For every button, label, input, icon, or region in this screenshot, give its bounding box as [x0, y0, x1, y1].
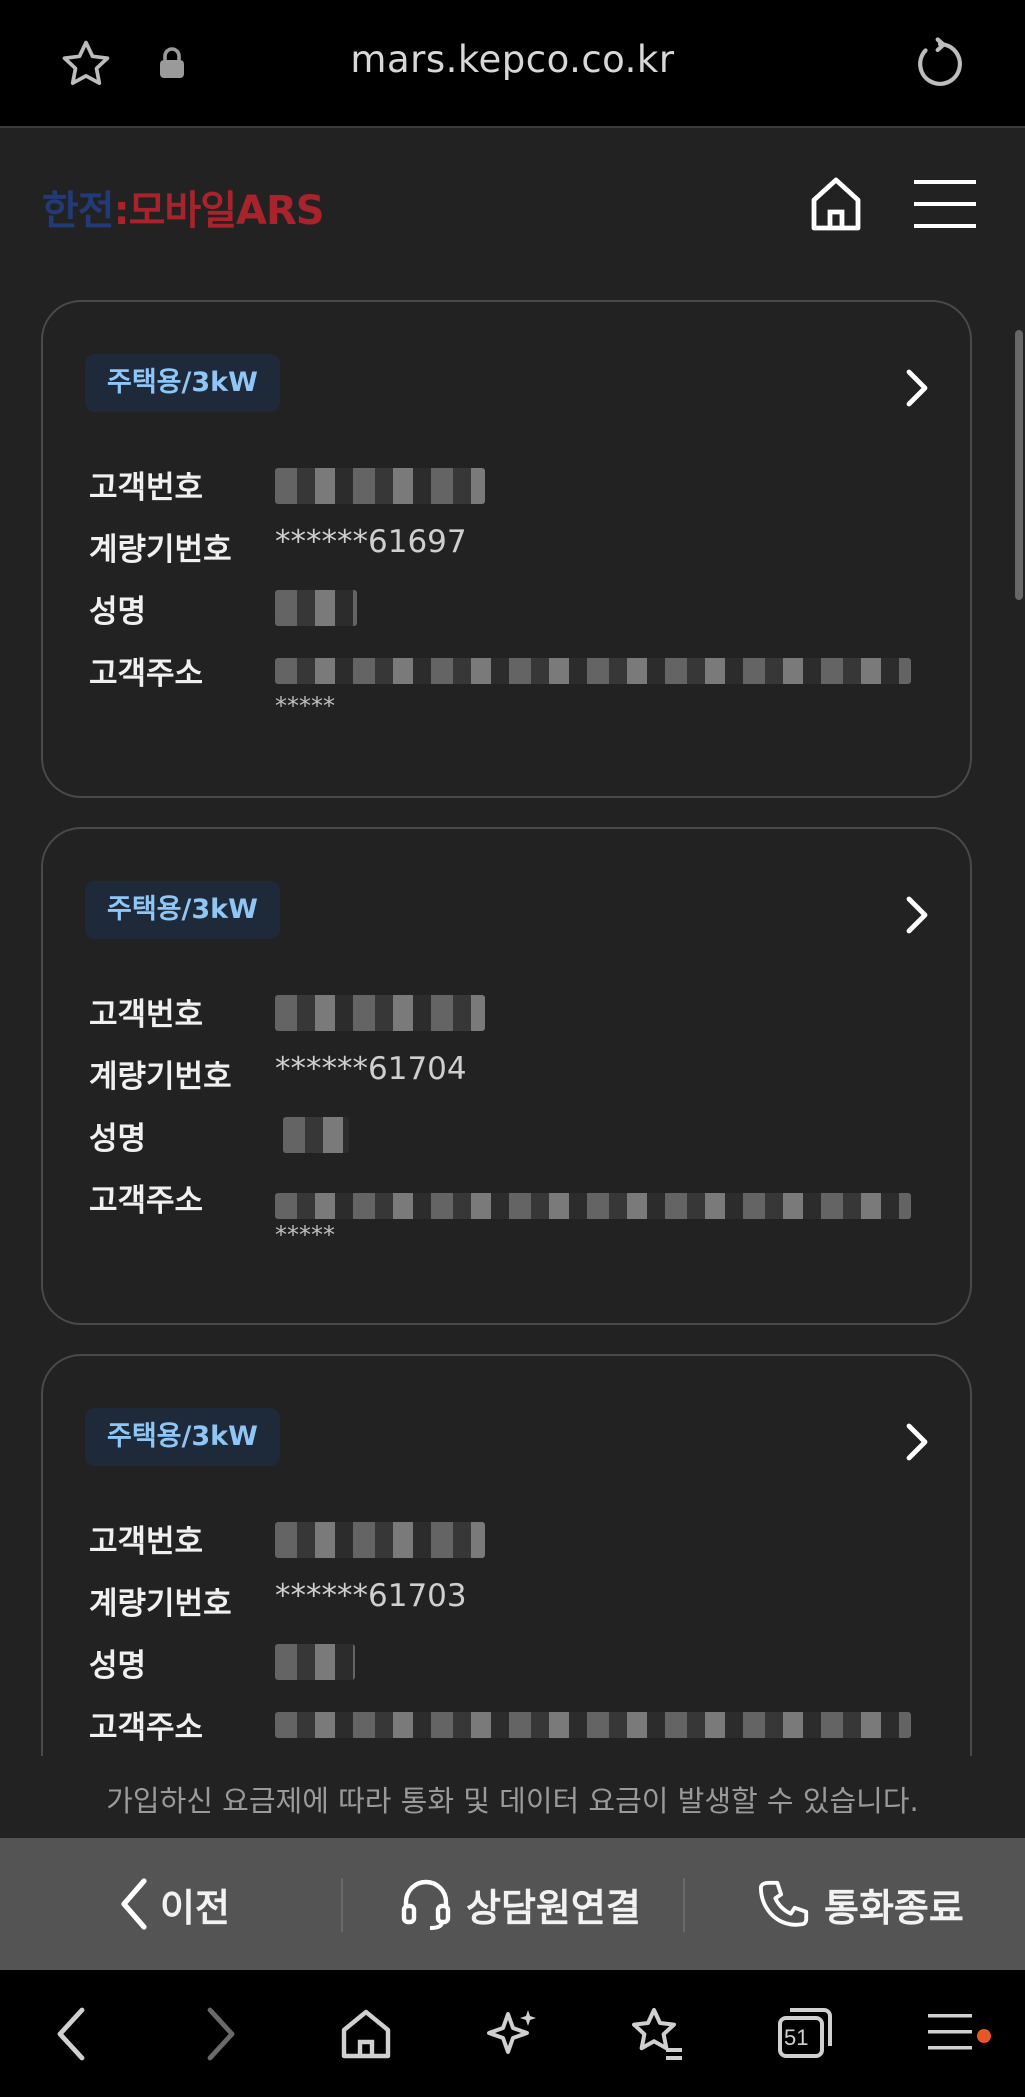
logo-part2: :모바일ARS: [113, 188, 325, 234]
browser-menu-icon[interactable]: [928, 2010, 972, 2054]
agent-connect-label: 상담원연결: [466, 1885, 641, 1930]
chevron-left-icon: [121, 1878, 147, 1930]
name-label: 성명: [89, 1121, 147, 1157]
agent-connect-button[interactable]: 상담원연결: [398, 1838, 641, 1970]
browser-nav-bar: 51: [0, 1970, 1025, 2097]
name-value-blurred: [283, 1117, 349, 1153]
charge-notice: 가입하신 요금제에 따라 통화 및 데이터 요금이 발생할 수 있습니다.: [106, 1784, 919, 1818]
customer-no-label: 고객번호: [89, 997, 204, 1033]
ars-action-bar: 이전 상담원연결 통화종료: [0, 1838, 1025, 1970]
name-value-blurred: [275, 1644, 355, 1680]
account-card[interactable]: 주택용/3kW 고객번호 계량기번호 ******61703 성명 고객주소: [41, 1354, 972, 1756]
name-label: 성명: [89, 594, 147, 630]
back-button[interactable]: 이전: [118, 1838, 230, 1970]
meter-no-label: 계량기번호: [89, 532, 232, 568]
browser-back-icon[interactable]: [56, 2006, 86, 2062]
name-label: 성명: [89, 1648, 147, 1684]
tabs-button[interactable]: 51: [776, 2004, 834, 2062]
page-scrollbar[interactable]: [1015, 330, 1023, 600]
browser-forward-icon[interactable]: [206, 2006, 236, 2062]
meter-no-label: 계량기번호: [89, 1059, 232, 1095]
name-value-blurred: [275, 590, 357, 626]
customer-no-value-blurred: [275, 995, 485, 1031]
plan-badge: 주택용/3kW: [85, 881, 280, 939]
customer-no-value-blurred: [275, 1522, 485, 1558]
browser-home-icon[interactable]: [340, 2006, 392, 2062]
plan-badge: 주택용/3kW: [85, 354, 280, 412]
phone-icon: [758, 1880, 809, 1927]
logo-part1: 한전: [42, 188, 115, 234]
plan-badge: 주택용/3kW: [85, 1408, 280, 1466]
home-icon[interactable]: [806, 174, 866, 234]
address-masked: *****: [275, 692, 335, 720]
hamburger-menu-icon[interactable]: [914, 178, 976, 230]
meter-no-value: ******61703: [275, 1578, 467, 1614]
address-value-blurred: [275, 658, 911, 684]
meter-no-label: 계량기번호: [89, 1586, 232, 1622]
reload-icon[interactable]: [912, 36, 968, 92]
bookmarks-icon[interactable]: [628, 2006, 686, 2062]
chevron-right-icon[interactable]: [905, 368, 931, 408]
customer-no-label: 고객번호: [89, 1524, 204, 1560]
divider: [341, 1878, 343, 1932]
tab-count: 51: [784, 2025, 809, 2050]
address-value-blurred: [275, 1712, 911, 1738]
card-scroll-viewport: 주택용/3kW 고객번호 계량기번호 ******61703 성명 고객주소: [0, 1298, 1025, 1756]
divider: [683, 1878, 685, 1932]
notification-dot-icon: [977, 2029, 991, 2043]
chevron-right-icon[interactable]: [905, 1422, 931, 1462]
address-masked: *****: [275, 1221, 335, 1249]
address-label: 고객주소: [89, 1183, 204, 1219]
kepco-logo[interactable]: 한전:모바일ARS: [42, 178, 325, 236]
browser-address-bar: mars.kepco.co.kr: [0, 0, 1025, 128]
customer-no-value-blurred: [275, 468, 485, 504]
address-value-blurred: [275, 1193, 911, 1219]
headset-icon: [401, 1879, 451, 1930]
sparkle-ai-icon[interactable]: [486, 2006, 540, 2062]
chevron-right-icon[interactable]: [905, 895, 931, 935]
address-label: 고객주소: [89, 1710, 204, 1746]
back-label: 이전: [160, 1885, 230, 1930]
end-call-button[interactable]: 통화종료: [758, 1838, 964, 1970]
account-card[interactable]: 주택용/3kW 고객번호 계량기번호 ******61697 성명 고객주소 *…: [41, 300, 972, 798]
meter-no-value: ******61697: [275, 524, 467, 560]
customer-no-label: 고객번호: [89, 470, 204, 506]
end-call-label: 통화종료: [824, 1885, 964, 1930]
address-label: 고객주소: [89, 656, 204, 692]
account-card[interactable]: 주택용/3kW 고객번호 계량기번호 ******61704 성명 고객주소 *…: [41, 827, 972, 1325]
url-text[interactable]: mars.kepco.co.kr: [0, 38, 1025, 81]
meter-no-value: ******61704: [275, 1051, 467, 1087]
